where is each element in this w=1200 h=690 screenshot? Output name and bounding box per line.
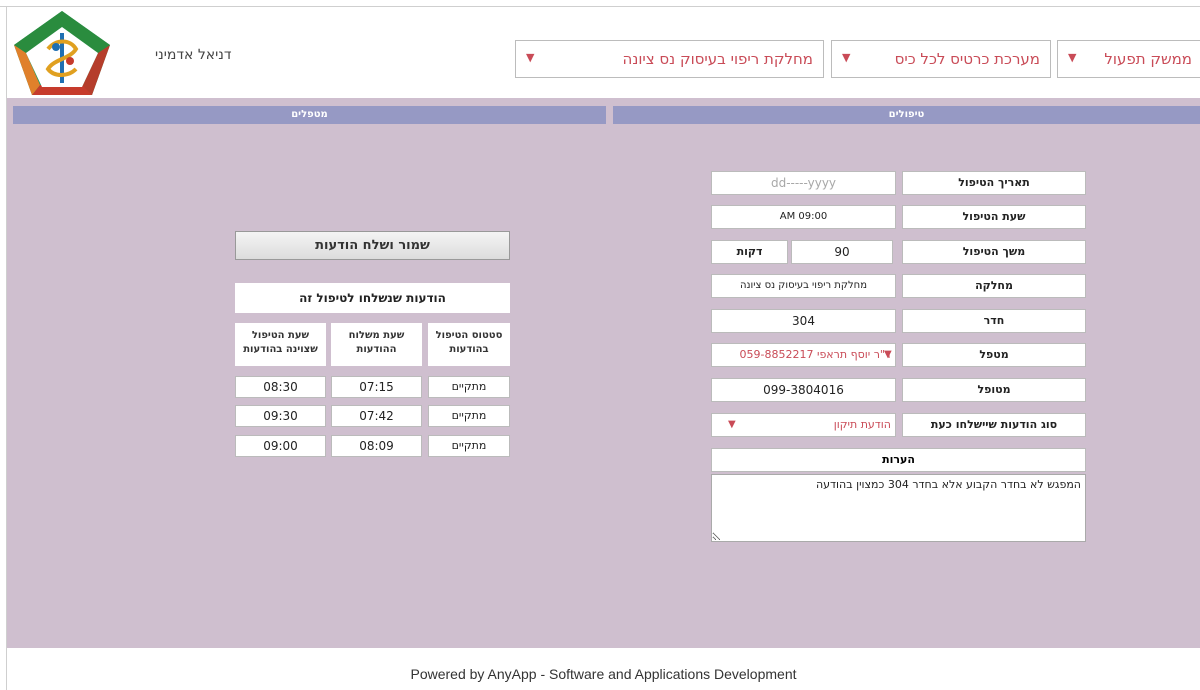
dropdown-operations[interactable]: ממשק תפעול ▼ [1057,40,1200,78]
header: דניאל אדמיני ממשק תפעול ▼ מערכת כרטיס לכ… [7,7,1200,98]
time-input[interactable]: 09:00 AM [711,205,896,229]
table-cell-sent-time: 07:42 [331,405,422,427]
column-header-status: סטטוס הטיפול בהודעות [428,323,510,366]
table-cell-sent-time: 07:15 [331,376,422,398]
therapist-select[interactable]: ד"ר יוסף תראפי 059-8852217 ▼ [711,343,896,367]
patient-label: מטופל [902,378,1086,402]
room-label: חדר [902,309,1086,333]
sent-messages-title: הודעות שנשלחו לטיפול זה [235,283,510,313]
treatments-section-header: טיפולים [613,106,1200,124]
table-cell-treatment-time: 09:30 [235,405,326,427]
column-header-sent-time: שעת משלוח ההודעות [331,323,422,366]
dropdown-department[interactable]: מחלקת ריפוי בעיסוק נס ציונה ▼ [515,40,824,78]
patient-input[interactable]: 099-3804016 [711,378,896,402]
dropdown-system[interactable]: מערכת כרטיס לכל כיס ▼ [831,40,1051,78]
chevron-down-icon: ▼ [526,51,535,64]
table-cell-treatment-time: 08:30 [235,376,326,398]
dropdown-operations-label: ממשק תפעול [1104,50,1192,68]
chevron-down-icon: ▼ [842,51,851,64]
duration-input[interactable]: 90 [791,240,893,264]
therapist-label: מטפל [902,343,1086,367]
table-cell-status: מתקיים [428,405,510,427]
room-input[interactable]: 304 [711,309,896,333]
table-cell-sent-time: 08:09 [331,435,422,457]
notes-textarea[interactable]: המפגש לא בחדר הקבוע אלא בחדר 304 כמצוין … [711,474,1086,542]
department-value: מחלקת ריפוי בעיסוק נס ציונה [711,274,896,298]
duration-unit: דקות [711,240,788,264]
therapist-select-value: ד"ר יוסף תראפי 059-8852217 [739,348,891,361]
notes-label: הערות [711,448,1086,472]
hospital-logo [14,11,110,95]
message-type-select[interactable]: הודעת תיקון ▼ [711,413,896,437]
chevron-down-icon: ▼ [1068,51,1077,64]
department-label: מחלקה [902,274,1086,298]
message-type-select-value: הודעת תיקון [833,418,891,431]
dropdown-system-label: מערכת כרטיס לכל כיס [894,50,1040,68]
duration-label: משך הטיפול [902,240,1086,264]
message-type-label: סוג הודעות שיישלחו כעת [902,413,1086,437]
column-header-treatment-time: שעת הטיפול שצוינה בהודעות [235,323,326,366]
date-label: תאריך הטיפול [902,171,1086,195]
main-content: מטפלים טיפולים תאריך הטיפול dd-----yyyy … [7,104,1200,648]
dropdown-department-label: מחלקת ריפוי בעיסוק נס ציונה [622,50,813,68]
table-cell-status: מתקיים [428,376,510,398]
caregivers-section-header: מטפלים [13,106,606,124]
user-name: דניאל אדמיני [155,47,232,63]
save-and-send-button[interactable]: שמור ושלח הודעות [235,231,510,260]
footer: Powered by AnyApp - Software and Applica… [7,648,1200,690]
table-cell-status: מתקיים [428,435,510,457]
table-cell-treatment-time: 09:00 [235,435,326,457]
chevron-down-icon: ▼ [728,419,736,430]
time-label: שעת הטיפול [902,205,1086,229]
date-input[interactable]: dd-----yyyy [711,171,896,195]
chevron-down-icon: ▼ [884,349,892,360]
